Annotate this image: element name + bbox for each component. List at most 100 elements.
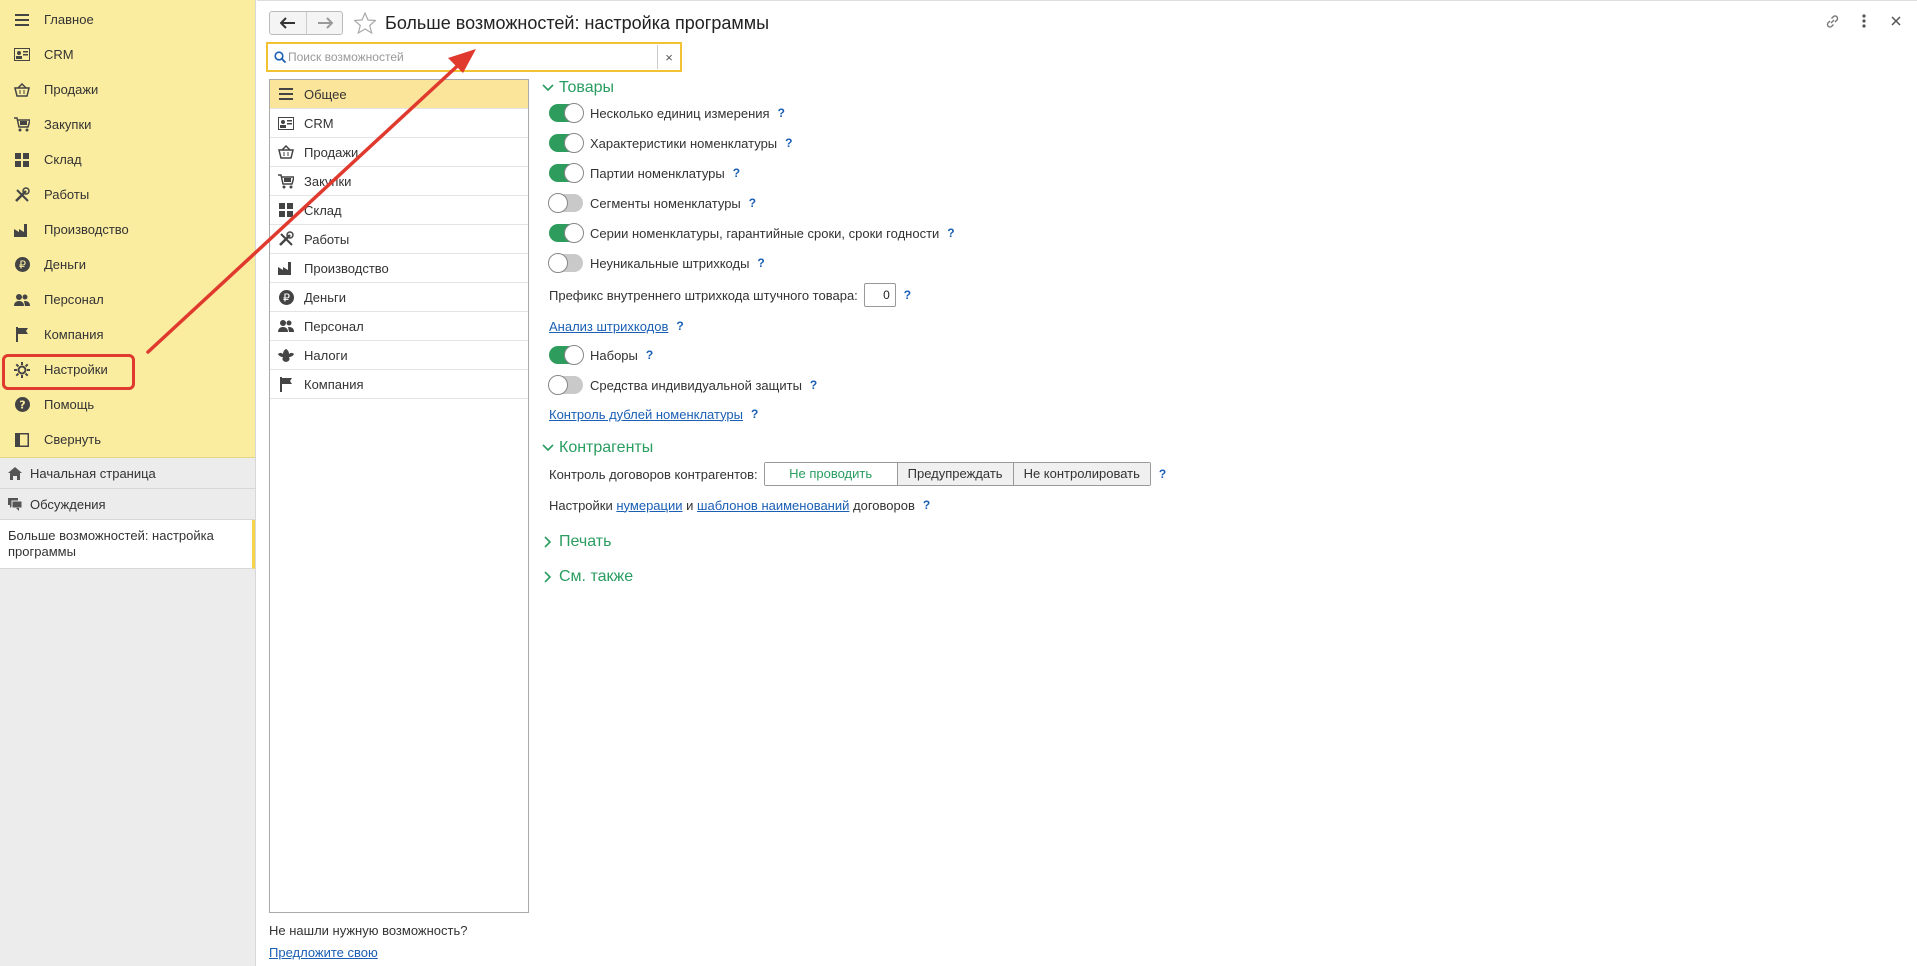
- option-label: Несколько единиц измерения: [590, 105, 770, 121]
- sidebar-item-warehouse[interactable]: Склад: [0, 142, 255, 177]
- sidebar-item-works[interactable]: Работы: [0, 177, 255, 212]
- link-icon[interactable]: [1825, 13, 1839, 29]
- help-link[interactable]: ?: [646, 348, 653, 362]
- option-row: Партии номенклатуры ?: [541, 158, 1441, 188]
- toggle-switch[interactable]: [548, 193, 583, 213]
- help-link[interactable]: ?: [923, 498, 930, 512]
- sidebar-item-main[interactable]: Главное: [0, 2, 255, 37]
- section-item-sales[interactable]: Продажи: [270, 138, 528, 167]
- group-see-also-header[interactable]: См. также: [541, 567, 1441, 587]
- section-item-warehouse[interactable]: Склад: [270, 196, 528, 225]
- name-templates-link[interactable]: шаблонов наименований: [697, 498, 849, 513]
- duplicates-link[interactable]: Контроль дублей номенклатуры: [549, 407, 743, 422]
- segment-no-control[interactable]: Не контролировать: [1012, 463, 1150, 485]
- open-window-item[interactable]: Больше возможностей: настройка программы: [0, 520, 255, 569]
- toggle-switch[interactable]: [549, 133, 584, 153]
- search-box: ×: [266, 42, 682, 72]
- option-row: Сегменты номенклатуры ?: [541, 188, 1441, 218]
- factory-icon: [14, 222, 30, 238]
- sidebar-item-label: Производство: [44, 222, 129, 237]
- favorite-star-button[interactable]: [353, 11, 377, 35]
- help-link[interactable]: ?: [1159, 467, 1166, 481]
- sidebar-item-purchases[interactable]: Закупки: [0, 107, 255, 142]
- sidebar-item-money[interactable]: ₽ Деньги: [0, 247, 255, 282]
- group-title: См. также: [559, 568, 634, 585]
- svg-text:₽: ₽: [283, 291, 290, 304]
- help-link[interactable]: ?: [778, 106, 785, 120]
- section-item-general[interactable]: Общее: [270, 80, 528, 109]
- sidebar-item-help[interactable]: ? Помощь: [0, 387, 255, 422]
- sidebar-item-settings[interactable]: Настройки: [0, 352, 255, 390]
- forward-button[interactable]: [306, 12, 342, 34]
- toggle-switch[interactable]: [549, 345, 584, 365]
- sidebar-item-label: Продажи: [44, 82, 99, 97]
- group-goods-header[interactable]: Товары: [541, 78, 1441, 98]
- option-row: Неуникальные штрихкоды ?: [541, 248, 1441, 278]
- not-found-text: Не нашли нужную возможность?: [269, 923, 468, 938]
- section-item-purchases[interactable]: Закупки: [270, 167, 528, 196]
- section-label: CRM: [304, 115, 334, 131]
- flag-icon: [14, 327, 30, 343]
- toggle-switch[interactable]: [548, 375, 583, 395]
- settings-prefix-text: Настройки: [549, 497, 613, 513]
- help-link[interactable]: ?: [749, 196, 756, 210]
- help-link[interactable]: ?: [785, 136, 792, 150]
- help-link[interactable]: ?: [904, 288, 911, 302]
- gear-icon: [14, 361, 30, 378]
- section-item-taxes[interactable]: Налоги: [270, 341, 528, 370]
- discussions-label: Обсуждения: [30, 496, 106, 512]
- section-item-works[interactable]: Работы: [270, 225, 528, 254]
- group-print-header[interactable]: Печать: [541, 532, 1441, 552]
- suggest-link[interactable]: Предложите свою: [269, 945, 378, 960]
- help-link[interactable]: ?: [947, 226, 954, 240]
- group-contractors-header[interactable]: Контрагенты: [541, 438, 1441, 458]
- toggle-switch[interactable]: [549, 163, 584, 183]
- sidebar-item-label: Персонал: [44, 292, 104, 307]
- numbering-link[interactable]: нумерации: [616, 498, 682, 513]
- close-icon[interactable]: [1889, 13, 1903, 29]
- clear-search-button[interactable]: ×: [658, 50, 680, 65]
- section-item-production[interactable]: Производство: [270, 254, 528, 283]
- discussions-link[interactable]: Обсуждения: [0, 489, 255, 520]
- barcode-analysis-link[interactable]: Анализ штрихкодов: [549, 319, 668, 334]
- svg-text:₽: ₽: [19, 259, 26, 272]
- sidebar-item-company[interactable]: Компания: [0, 317, 255, 352]
- sidebar-item-crm[interactable]: CRM: [0, 37, 255, 72]
- help-link[interactable]: ?: [733, 166, 740, 180]
- help-link[interactable]: ?: [757, 256, 764, 270]
- toggle-switch[interactable]: [549, 103, 584, 123]
- star-icon: [354, 12, 376, 34]
- sidebar-item-production[interactable]: Производство: [0, 212, 255, 247]
- more-vertical-icon[interactable]: [1857, 13, 1871, 29]
- segment-warn[interactable]: Предупреждать: [896, 463, 1013, 485]
- help-link[interactable]: ?: [676, 319, 683, 333]
- back-button[interactable]: [270, 12, 306, 34]
- help-link[interactable]: ?: [810, 378, 817, 392]
- search-input[interactable]: [288, 45, 658, 69]
- home-page-link[interactable]: Начальная страница: [0, 458, 255, 489]
- crm-card-icon: [278, 115, 294, 131]
- factory-icon: [278, 260, 294, 276]
- option-label: Партии номенклатуры: [590, 165, 725, 181]
- option-row: Наборы ?: [541, 340, 1441, 370]
- help-link[interactable]: ?: [751, 407, 758, 421]
- option-row: Характеристики номенклатуры ?: [541, 128, 1441, 158]
- option-row: Средства индивидуальной защиты ?: [541, 370, 1441, 400]
- prefix-row: Префикс внутреннего штрихкода штучного т…: [541, 278, 1441, 312]
- toggle-switch[interactable]: [549, 223, 584, 243]
- sidebar-item-collapse[interactable]: Свернуть: [0, 422, 255, 457]
- section-item-staff[interactable]: Персонал: [270, 312, 528, 341]
- sections-list: Общее CRM Продажи Закупки Склад Работы П…: [269, 79, 529, 913]
- sidebar-item-sales[interactable]: Продажи: [0, 72, 255, 107]
- toggle-switch[interactable]: [548, 253, 583, 273]
- section-item-crm[interactable]: CRM: [270, 109, 528, 138]
- section-item-company[interactable]: Компания: [270, 370, 528, 399]
- section-item-money[interactable]: ₽ Деньги: [270, 283, 528, 312]
- option-row: Несколько единиц измерения ?: [541, 98, 1441, 128]
- crm-card-icon: [14, 47, 30, 63]
- segment-not-apply[interactable]: Не проводить: [764, 463, 897, 485]
- prefix-input[interactable]: 0: [863, 283, 896, 307]
- group-title: Товары: [559, 79, 615, 96]
- sidebar-item-staff[interactable]: Персонал: [0, 282, 255, 317]
- arrow-left-icon: [280, 17, 295, 29]
